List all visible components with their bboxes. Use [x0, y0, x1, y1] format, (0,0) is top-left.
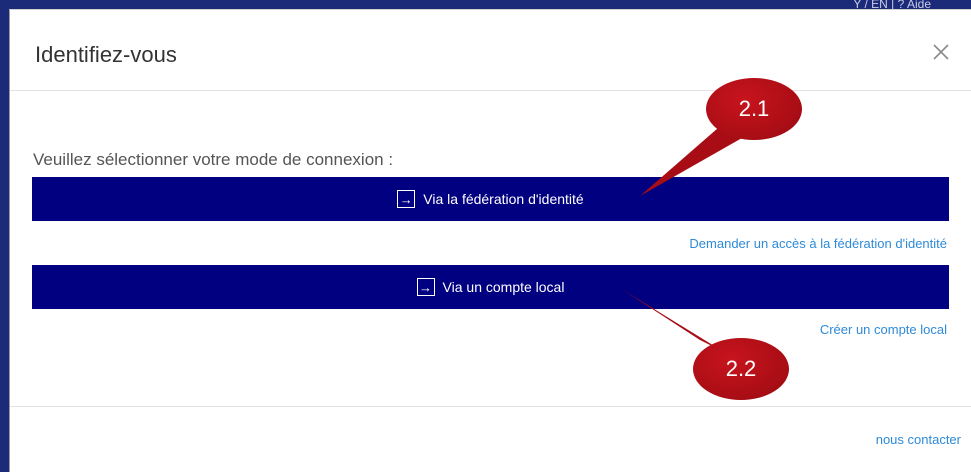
modal-footer-divider — [10, 406, 971, 407]
create-local-account-link[interactable]: Créer un compte local — [820, 322, 947, 337]
arrow-right-box-icon: → — [397, 190, 416, 208]
federation-login-label: Via la fédération d'identité — [423, 191, 584, 207]
login-modal: Identifiez-vous Veuillez sélectionner vo… — [9, 9, 971, 472]
contact-us-link[interactable]: nous contacter — [876, 432, 961, 447]
callout-2-1: 2.1 — [706, 78, 802, 140]
connection-mode-prompt: Veuillez sélectionner votre mode de conn… — [33, 150, 394, 169]
modal-header: Identifiez-vous — [10, 10, 971, 91]
local-account-login-button[interactable]: → Via un compte local — [32, 265, 949, 309]
close-button[interactable] — [929, 40, 953, 64]
request-federation-access-link[interactable]: Demander un accès à la fédération d'iden… — [689, 236, 947, 251]
arrow-right-box-icon: → — [416, 278, 435, 296]
local-account-login-label: Via un compte local — [442, 279, 565, 295]
background-left-edge — [0, 14, 9, 472]
callout-2-1-label: 2.1 — [738, 96, 770, 121]
modal-title: Identifiez-vous — [35, 42, 177, 67]
callout-2-2-label: 2.2 — [725, 356, 757, 381]
federation-login-button[interactable]: → Via la fédération d'identité — [32, 177, 949, 221]
close-icon — [933, 44, 949, 60]
callout-2-2: 2.2 — [693, 338, 789, 400]
